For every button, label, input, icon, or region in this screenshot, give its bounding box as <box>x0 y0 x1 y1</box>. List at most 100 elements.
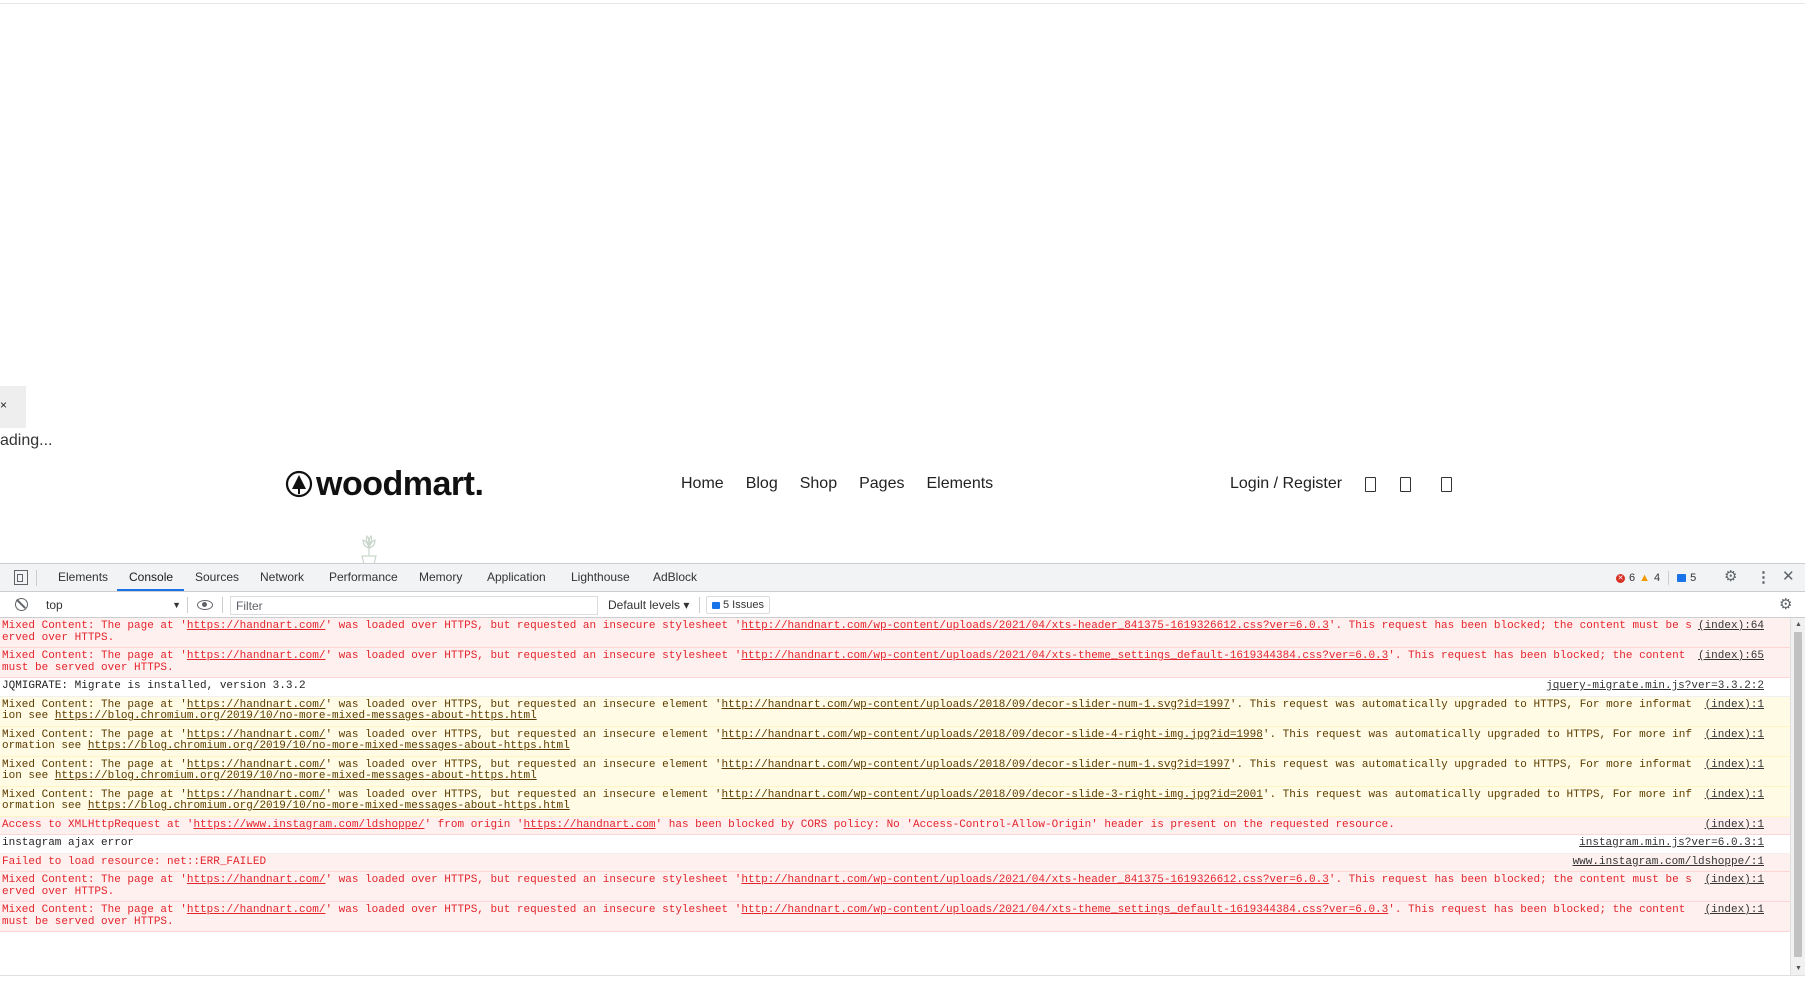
message-url-link[interactable]: https://blog.chromium.org/2019/10/no-mor… <box>55 770 537 782</box>
message-url-link[interactable]: https://handnart.com <box>524 819 656 831</box>
loading-text: ading... <box>0 432 53 449</box>
login-register-link[interactable]: Login / Register <box>1230 464 1342 504</box>
tab-performance[interactable]: Performance <box>329 564 398 591</box>
console-counts[interactable]: ✕ 6 ▲ 4 5 <box>1616 569 1696 587</box>
console-message-text: Mixed Content: The page at 'https://hand… <box>2 620 1692 644</box>
wishlist-icon[interactable] <box>1365 477 1376 492</box>
issues-label: 5 Issues <box>723 599 764 611</box>
tab-console[interactable]: Console <box>129 564 173 591</box>
tab-lighthouse[interactable]: Lighthouse <box>571 564 630 591</box>
message-url-link[interactable]: http://handnart.com/wp-content/uploads/2… <box>722 729 1263 741</box>
clear-console-icon[interactable] <box>15 598 28 611</box>
tab-network[interactable]: Network <box>260 564 304 591</box>
console-message-text: Mixed Content: The page at 'https://hand… <box>2 874 1692 898</box>
message-url-link[interactable]: https://handnart.com/ <box>187 904 326 916</box>
message-text-segment: ' was loaded over HTTPS, but requested a… <box>325 698 722 711</box>
message-text-segment: Mixed Content: The page at ' <box>2 904 187 916</box>
message-url-link[interactable]: http://handnart.com/wp-content/uploads/2… <box>741 650 1388 662</box>
message-url-link[interactable]: http://handnart.com/wp-content/uploads/2… <box>741 904 1388 916</box>
message-source-link[interactable]: (index):1 <box>1705 759 1764 772</box>
message-text-segment: Mixed Content: The page at ' <box>2 874 187 886</box>
message-url-link[interactable]: https://blog.chromium.org/2019/10/no-mor… <box>88 740 570 752</box>
scroll-up-arrow-icon[interactable]: ▲ <box>1795 621 1802 628</box>
console-message-error[interactable]: Mixed Content: The page at 'https://hand… <box>0 902 1790 932</box>
console-message-error[interactable]: Failed to load resource: net::ERR_FAILED… <box>0 853 1790 872</box>
message-source-link[interactable]: jquery-migrate.min.js?ver=3.3.2:2 <box>1546 680 1764 693</box>
message-url-link[interactable]: https://handnart.com/ <box>187 759 326 771</box>
nav-shop[interactable]: Shop <box>800 475 837 493</box>
message-text-segment: ' was loaded over HTTPS, but requested a… <box>325 728 722 741</box>
context-value: top <box>46 598 63 612</box>
message-url-link[interactable]: http://handnart.com/wp-content/uploads/2… <box>722 789 1263 801</box>
message-url-link[interactable]: https://handnart.com/ <box>187 874 326 886</box>
toolbar-divider <box>699 597 700 613</box>
scrollbar-thumb[interactable] <box>1794 632 1802 957</box>
message-text-segment: ' was loaded over HTTPS, but requested a… <box>325 904 742 916</box>
console-message-warning[interactable]: Mixed Content: The page at 'https://hand… <box>0 786 1790 817</box>
context-selector[interactable]: top ▼ <box>46 596 181 614</box>
console-message-text: Mixed Content: The page at 'https://hand… <box>2 759 1692 783</box>
cart-icon[interactable] <box>1441 477 1452 492</box>
message-url-link[interactable]: https://blog.chromium.org/2019/10/no-mor… <box>55 710 537 722</box>
tab-application[interactable]: Application <box>487 564 546 591</box>
console-settings-gear-icon[interactable]: ⚙ <box>1779 597 1792 612</box>
message-url-link[interactable]: http://handnart.com/wp-content/uploads/2… <box>722 759 1230 771</box>
message-source-link[interactable]: (index):1 <box>1705 874 1764 887</box>
device-toolbar-icon[interactable] <box>14 570 28 585</box>
loader-close-button[interactable]: × <box>0 398 7 412</box>
console-message-error[interactable]: Access to XMLHttpRequest at 'https://www… <box>0 816 1790 835</box>
nav-pages[interactable]: Pages <box>859 475 904 493</box>
message-url-link[interactable]: http://handnart.com/wp-content/uploads/2… <box>722 699 1230 711</box>
nav-blog[interactable]: Blog <box>746 475 778 493</box>
compare-icon[interactable] <box>1400 477 1411 492</box>
console-message-text: Access to XMLHttpRequest at 'https://www… <box>2 819 1395 831</box>
console-message-info[interactable]: JQMIGRATE: Migrate is installed, version… <box>0 678 1790 697</box>
message-source-link[interactable]: (index):1 <box>1705 819 1764 832</box>
console-message-error[interactable]: Mixed Content: The page at 'https://hand… <box>0 872 1790 902</box>
message-text-segment: ' was loaded over HTTPS, but requested a… <box>325 650 742 662</box>
console-message-info[interactable]: instagram ajax error instagram.min.js?ver… <box>0 835 1790 854</box>
message-url-link[interactable]: http://handnart.com/wp-content/uploads/2… <box>741 620 1329 632</box>
console-message-error[interactable]: Mixed Content: The page at 'https://hand… <box>0 648 1790 678</box>
message-source-link[interactable]: www.instagram.com/ldshoppe/:1 <box>1573 856 1764 869</box>
message-source-link[interactable]: (index):1 <box>1705 904 1764 917</box>
devtools-bottom-edge <box>0 975 1805 981</box>
console-message-warning[interactable]: Mixed Content: The page at 'https://hand… <box>0 756 1790 787</box>
site-logo[interactable]: woodmart. <box>285 464 484 504</box>
log-levels-dropdown[interactable]: Default levels ▾ <box>608 596 689 614</box>
message-source-link[interactable]: (index):65 <box>1698 650 1764 663</box>
message-url-link[interactable]: https://handnart.com/ <box>187 699 326 711</box>
message-source-link[interactable]: (index):1 <box>1705 699 1764 712</box>
message-source-link[interactable]: (index):1 <box>1705 729 1764 742</box>
console-filter-input[interactable] <box>230 596 598 615</box>
message-source-link[interactable]: instagram.min.js?ver=6.0.3:1 <box>1579 837 1764 850</box>
scroll-down-arrow-icon[interactable]: ▼ <box>1795 965 1802 972</box>
more-options-icon[interactable]: ⋮ <box>1756 570 1771 585</box>
message-url-link[interactable]: https://handnart.com/ <box>187 620 326 632</box>
message-text-segment: Mixed Content: The page at ' <box>2 758 187 771</box>
issues-icon <box>712 601 720 609</box>
tab-adblock[interactable]: AdBlock <box>653 564 697 591</box>
live-expression-eye-icon[interactable] <box>197 600 213 610</box>
console-message-error[interactable]: Mixed Content: The page at 'https://hand… <box>0 618 1790 648</box>
nav-elements[interactable]: Elements <box>926 475 993 493</box>
woodmart-logo-icon <box>285 470 313 498</box>
close-devtools-icon[interactable]: ✕ <box>1782 569 1795 584</box>
message-url-link[interactable]: https://handnart.com/ <box>187 729 326 741</box>
issues-button[interactable]: 5 Issues <box>706 596 770 614</box>
nav-home[interactable]: Home <box>681 475 724 493</box>
message-url-link[interactable]: https://handnart.com/ <box>187 789 326 801</box>
message-source-link[interactable]: (index):1 <box>1705 789 1764 802</box>
message-url-link[interactable]: http://handnart.com/wp-content/uploads/2… <box>741 874 1329 886</box>
message-url-link[interactable]: https://blog.chromium.org/2019/10/no-mor… <box>88 800 570 812</box>
message-url-link[interactable]: https://www.instagram.com/ldshoppe/ <box>193 819 424 831</box>
tab-elements[interactable]: Elements <box>58 564 108 591</box>
console-message-warning[interactable]: Mixed Content: The page at 'https://hand… <box>0 726 1790 757</box>
message-url-link[interactable]: https://handnart.com/ <box>187 650 326 662</box>
console-scrollbar[interactable]: ▲ ▼ <box>1790 618 1805 975</box>
message-source-link[interactable]: (index):64 <box>1698 620 1764 633</box>
settings-gear-icon[interactable]: ⚙ <box>1724 569 1737 584</box>
tab-sources[interactable]: Sources <box>195 564 239 591</box>
console-message-warning[interactable]: Mixed Content: The page at 'https://hand… <box>0 696 1790 727</box>
tab-memory[interactable]: Memory <box>419 564 462 591</box>
